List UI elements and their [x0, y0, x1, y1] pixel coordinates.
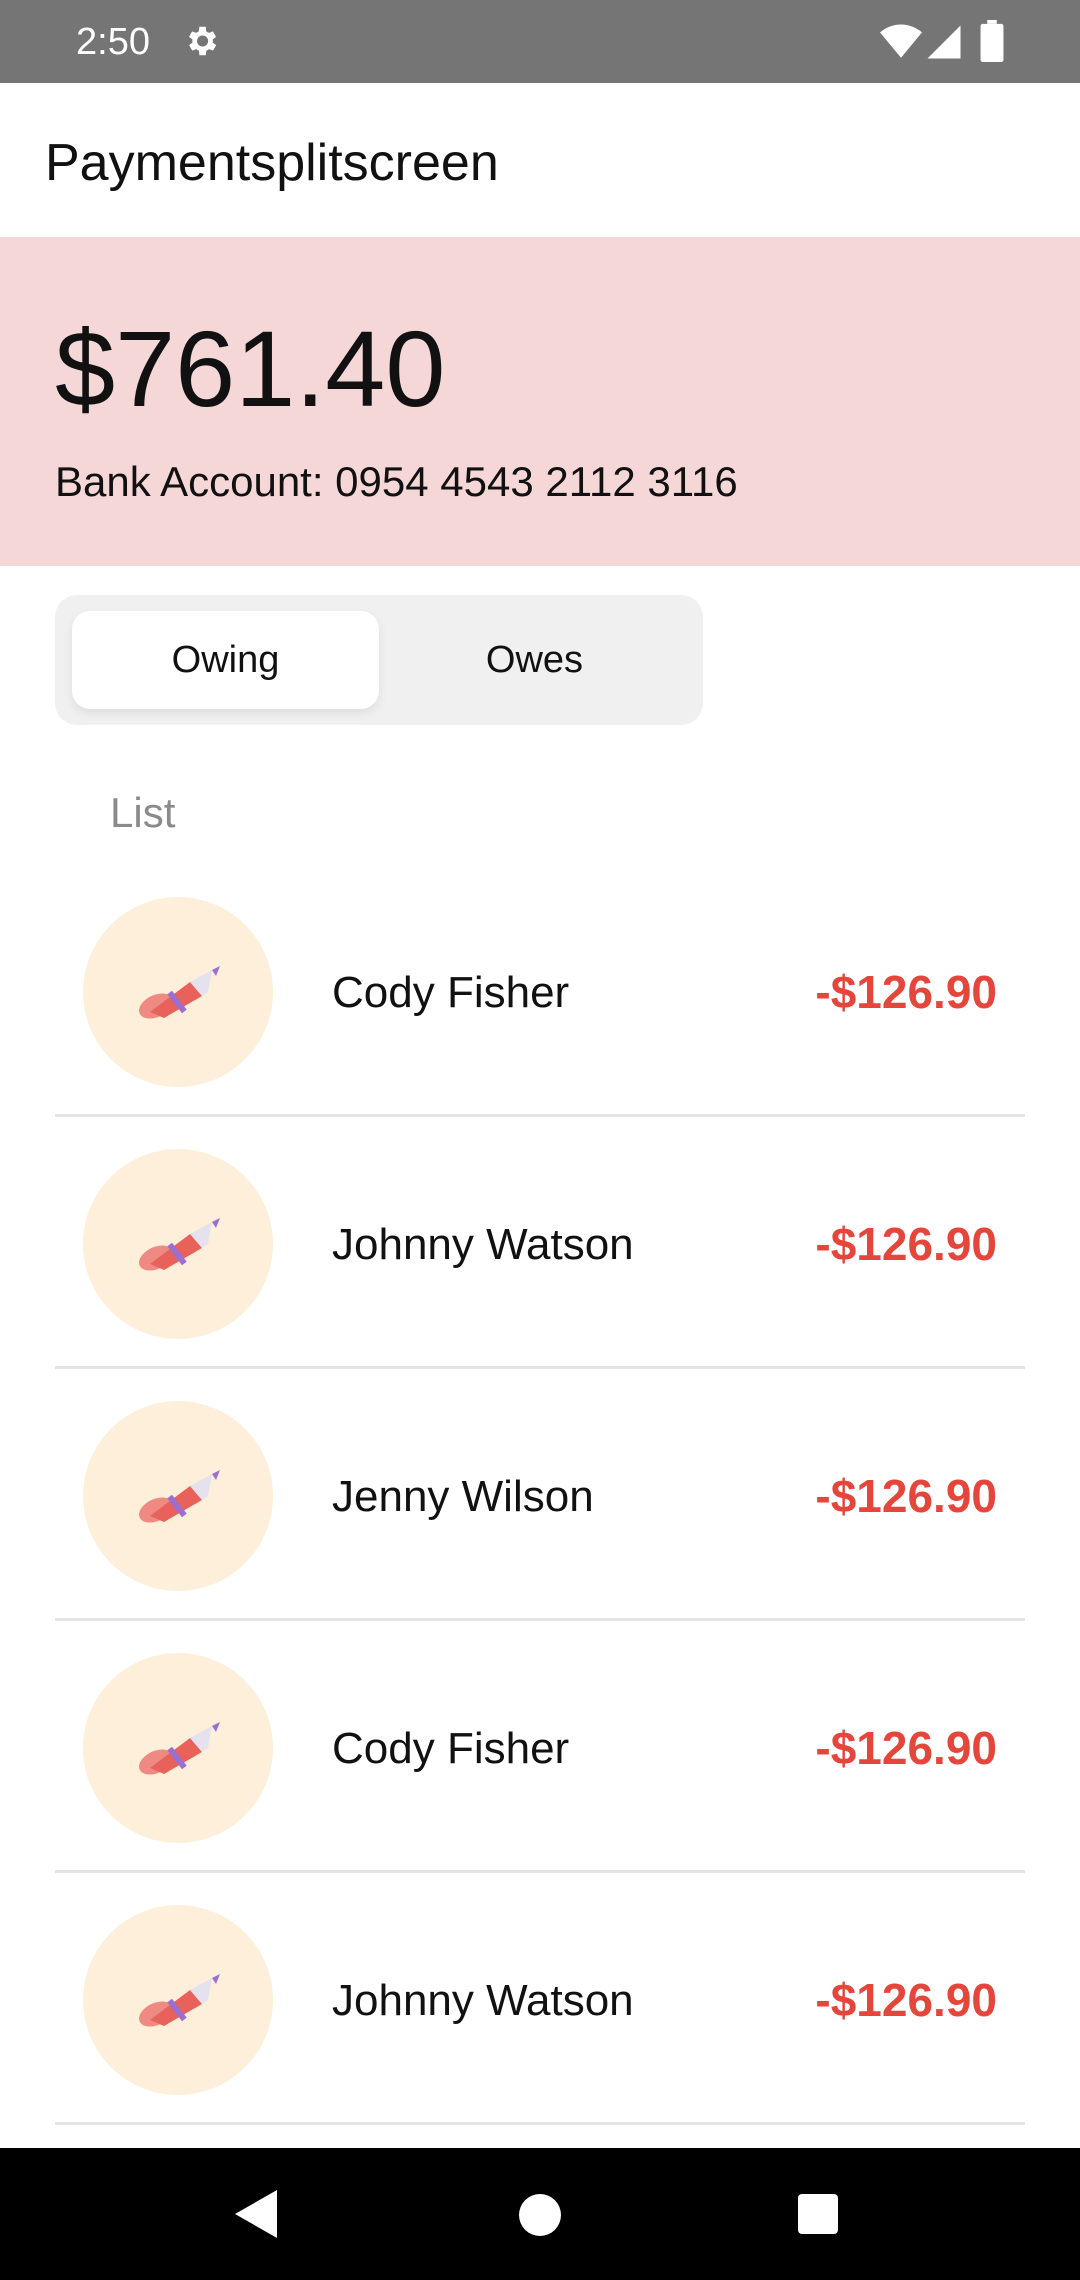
rocket-icon [139, 1470, 220, 1523]
wifi-icon [880, 24, 922, 58]
person-name: Johnny Watson [332, 1220, 634, 1269]
battery-icon [980, 20, 1004, 62]
tab-owing[interactable]: Owing [72, 611, 379, 709]
person-name: Jenny Wilson [332, 1472, 594, 1521]
person-name: Johnny Watson [332, 1976, 634, 2025]
amount-owed: -$126.90 [815, 1722, 997, 1774]
person-name: Cody Fisher [332, 1724, 570, 1773]
amount-owed: -$126.90 [815, 1218, 997, 1270]
avatar [83, 897, 273, 1087]
balance-amount: $761.40 [55, 308, 446, 429]
list-item[interactable]: Cody Fisher -$126.90 [55, 865, 1025, 1117]
back-icon[interactable] [235, 2190, 281, 2238]
home-icon[interactable] [519, 2194, 561, 2236]
navigation-bar [0, 2148, 1080, 2280]
signal-icon [927, 25, 961, 59]
amount-owed: -$126.90 [815, 1470, 997, 1522]
list-item[interactable]: Jenny Wilson -$126.90 [55, 1369, 1025, 1621]
rocket-icon [139, 966, 220, 1019]
rocket-icon [139, 1722, 220, 1775]
avatar [83, 1653, 273, 1843]
rocket-icon [139, 1974, 220, 2027]
status-time: 2:50 [76, 21, 150, 63]
list-item[interactable]: Johnny Watson -$126.90 [55, 1117, 1025, 1369]
bank-account-text: Bank Account: 0954 4543 2112 3116 [55, 458, 738, 505]
list-item[interactable]: Johnny Watson -$126.90 [55, 1873, 1025, 2125]
person-name: Cody Fisher [332, 968, 570, 1017]
status-bar: 2:50 [0, 0, 1080, 83]
recents-icon[interactable] [798, 2194, 838, 2234]
list-item[interactable]: Cody Fisher -$126.90 [55, 1621, 1025, 1873]
avatar [83, 1401, 273, 1591]
app-bar: Paymentsplitscreen [0, 83, 1080, 237]
owing-owes-toggle: Owing Owes [55, 595, 703, 725]
avatar [83, 1149, 273, 1339]
balance-banner: $761.40 Bank Account: 0954 4543 2112 311… [0, 237, 1080, 566]
payment-list: Cody Fisher -$126.90 Johnny Watson -$126… [55, 865, 1025, 2125]
gear-icon [188, 26, 217, 56]
tab-owes[interactable]: Owes [381, 611, 688, 709]
page-title: Paymentsplitscreen [45, 134, 499, 192]
amount-owed: -$126.90 [815, 966, 997, 1018]
amount-owed: -$126.90 [815, 1974, 997, 2026]
rocket-icon [139, 1218, 220, 1271]
list-header: List [110, 789, 176, 836]
avatar [83, 1905, 273, 2095]
